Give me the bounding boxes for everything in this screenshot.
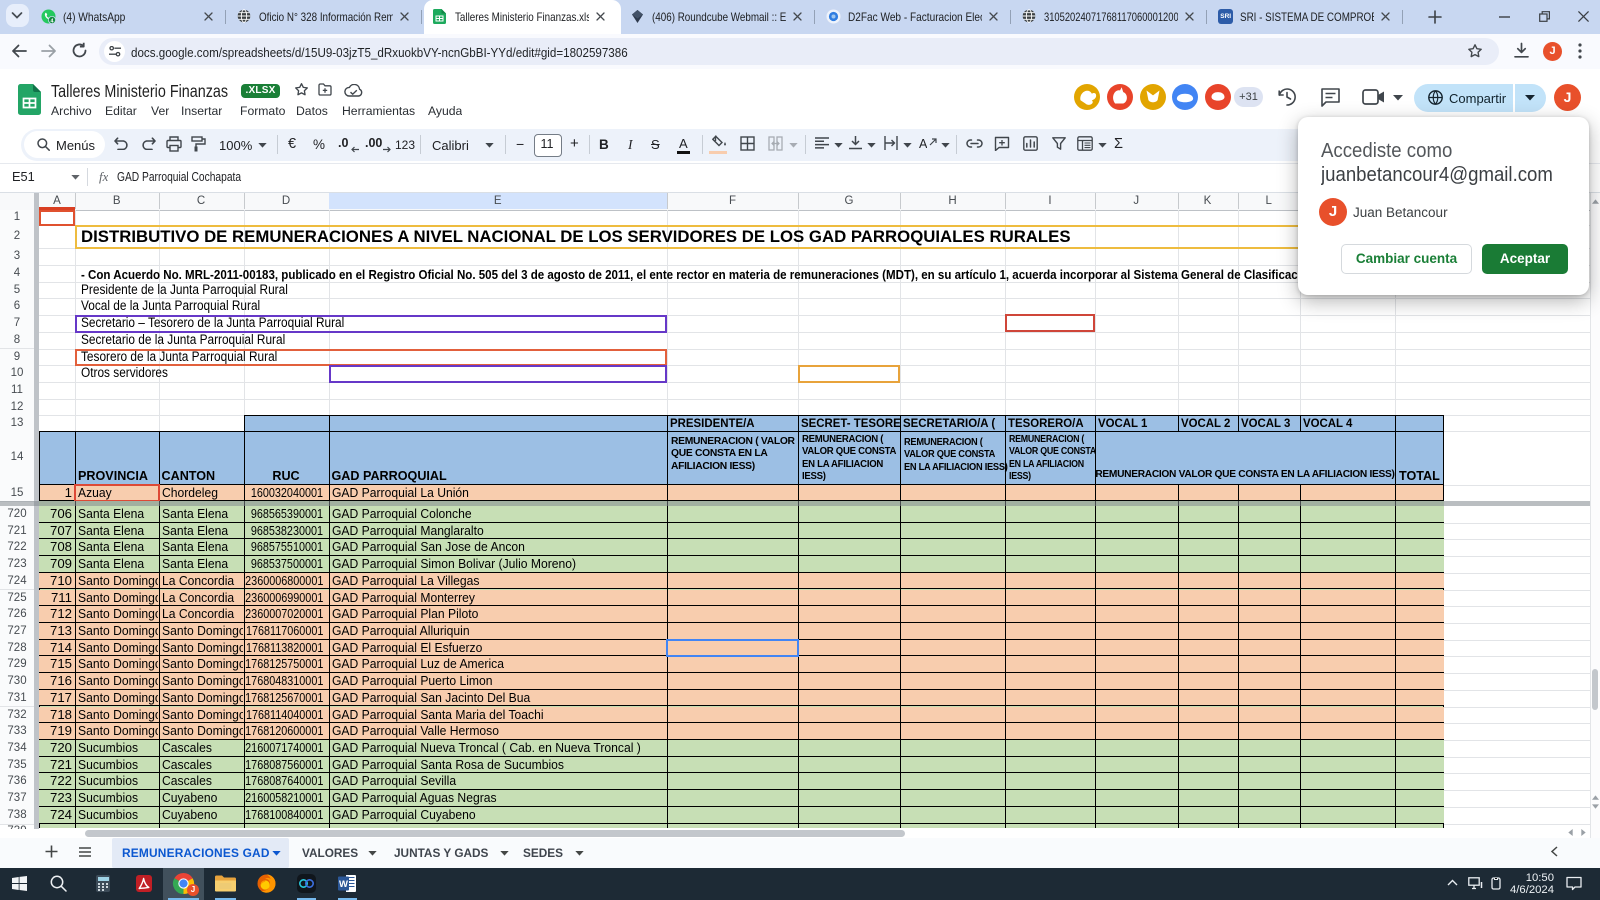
svg-text:W: W xyxy=(339,879,348,890)
svg-text:4: 4 xyxy=(51,18,54,24)
